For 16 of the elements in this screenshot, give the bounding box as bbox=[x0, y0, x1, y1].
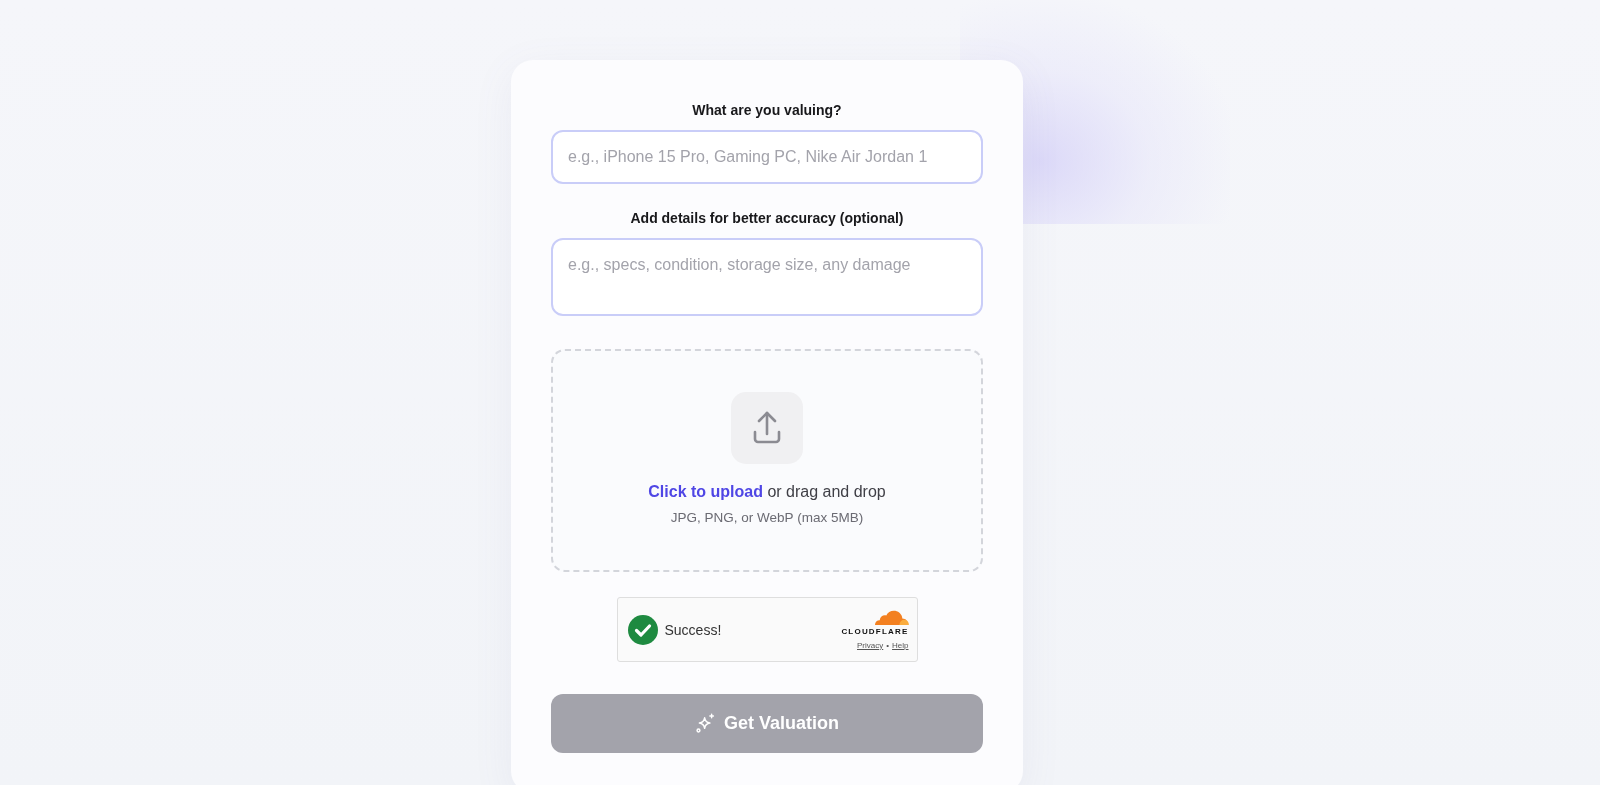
field-label: Add details for better accuracy (optional) bbox=[629, 209, 905, 228]
sparkle-icon bbox=[695, 713, 716, 734]
upload-instruction: Click to upload or drag and drop bbox=[648, 482, 886, 502]
upload-dropzone[interactable]: Click to upload or drag and drop JPG, PNG, or WebP (max 5MB) bbox=[551, 349, 983, 572]
file-type-hint: JPG, PNG, or WebP (max 5MB) bbox=[670, 509, 864, 527]
field-label: What are you valuing? bbox=[691, 101, 843, 120]
item-input[interactable]: e.g., iPhone 15 Pro, Gaming PC, Nike Air Jordan 1 bbox=[551, 130, 983, 184]
captcha-status: Success! bbox=[664, 621, 722, 638]
cloud-icon bbox=[872, 608, 909, 625]
details-textarea[interactable]: e.g., specs, condition, storage size, any damage bbox=[551, 238, 983, 316]
upload-icon bbox=[731, 392, 803, 464]
privacy-link[interactable]: Privacy bbox=[857, 640, 884, 651]
brand-wordmark: CLOUDFLARE bbox=[841, 626, 909, 637]
help-link[interactable]: Help bbox=[892, 640, 909, 651]
link-separator: • bbox=[886, 640, 890, 651]
upload-link[interactable]: Click to upload bbox=[648, 483, 763, 500]
